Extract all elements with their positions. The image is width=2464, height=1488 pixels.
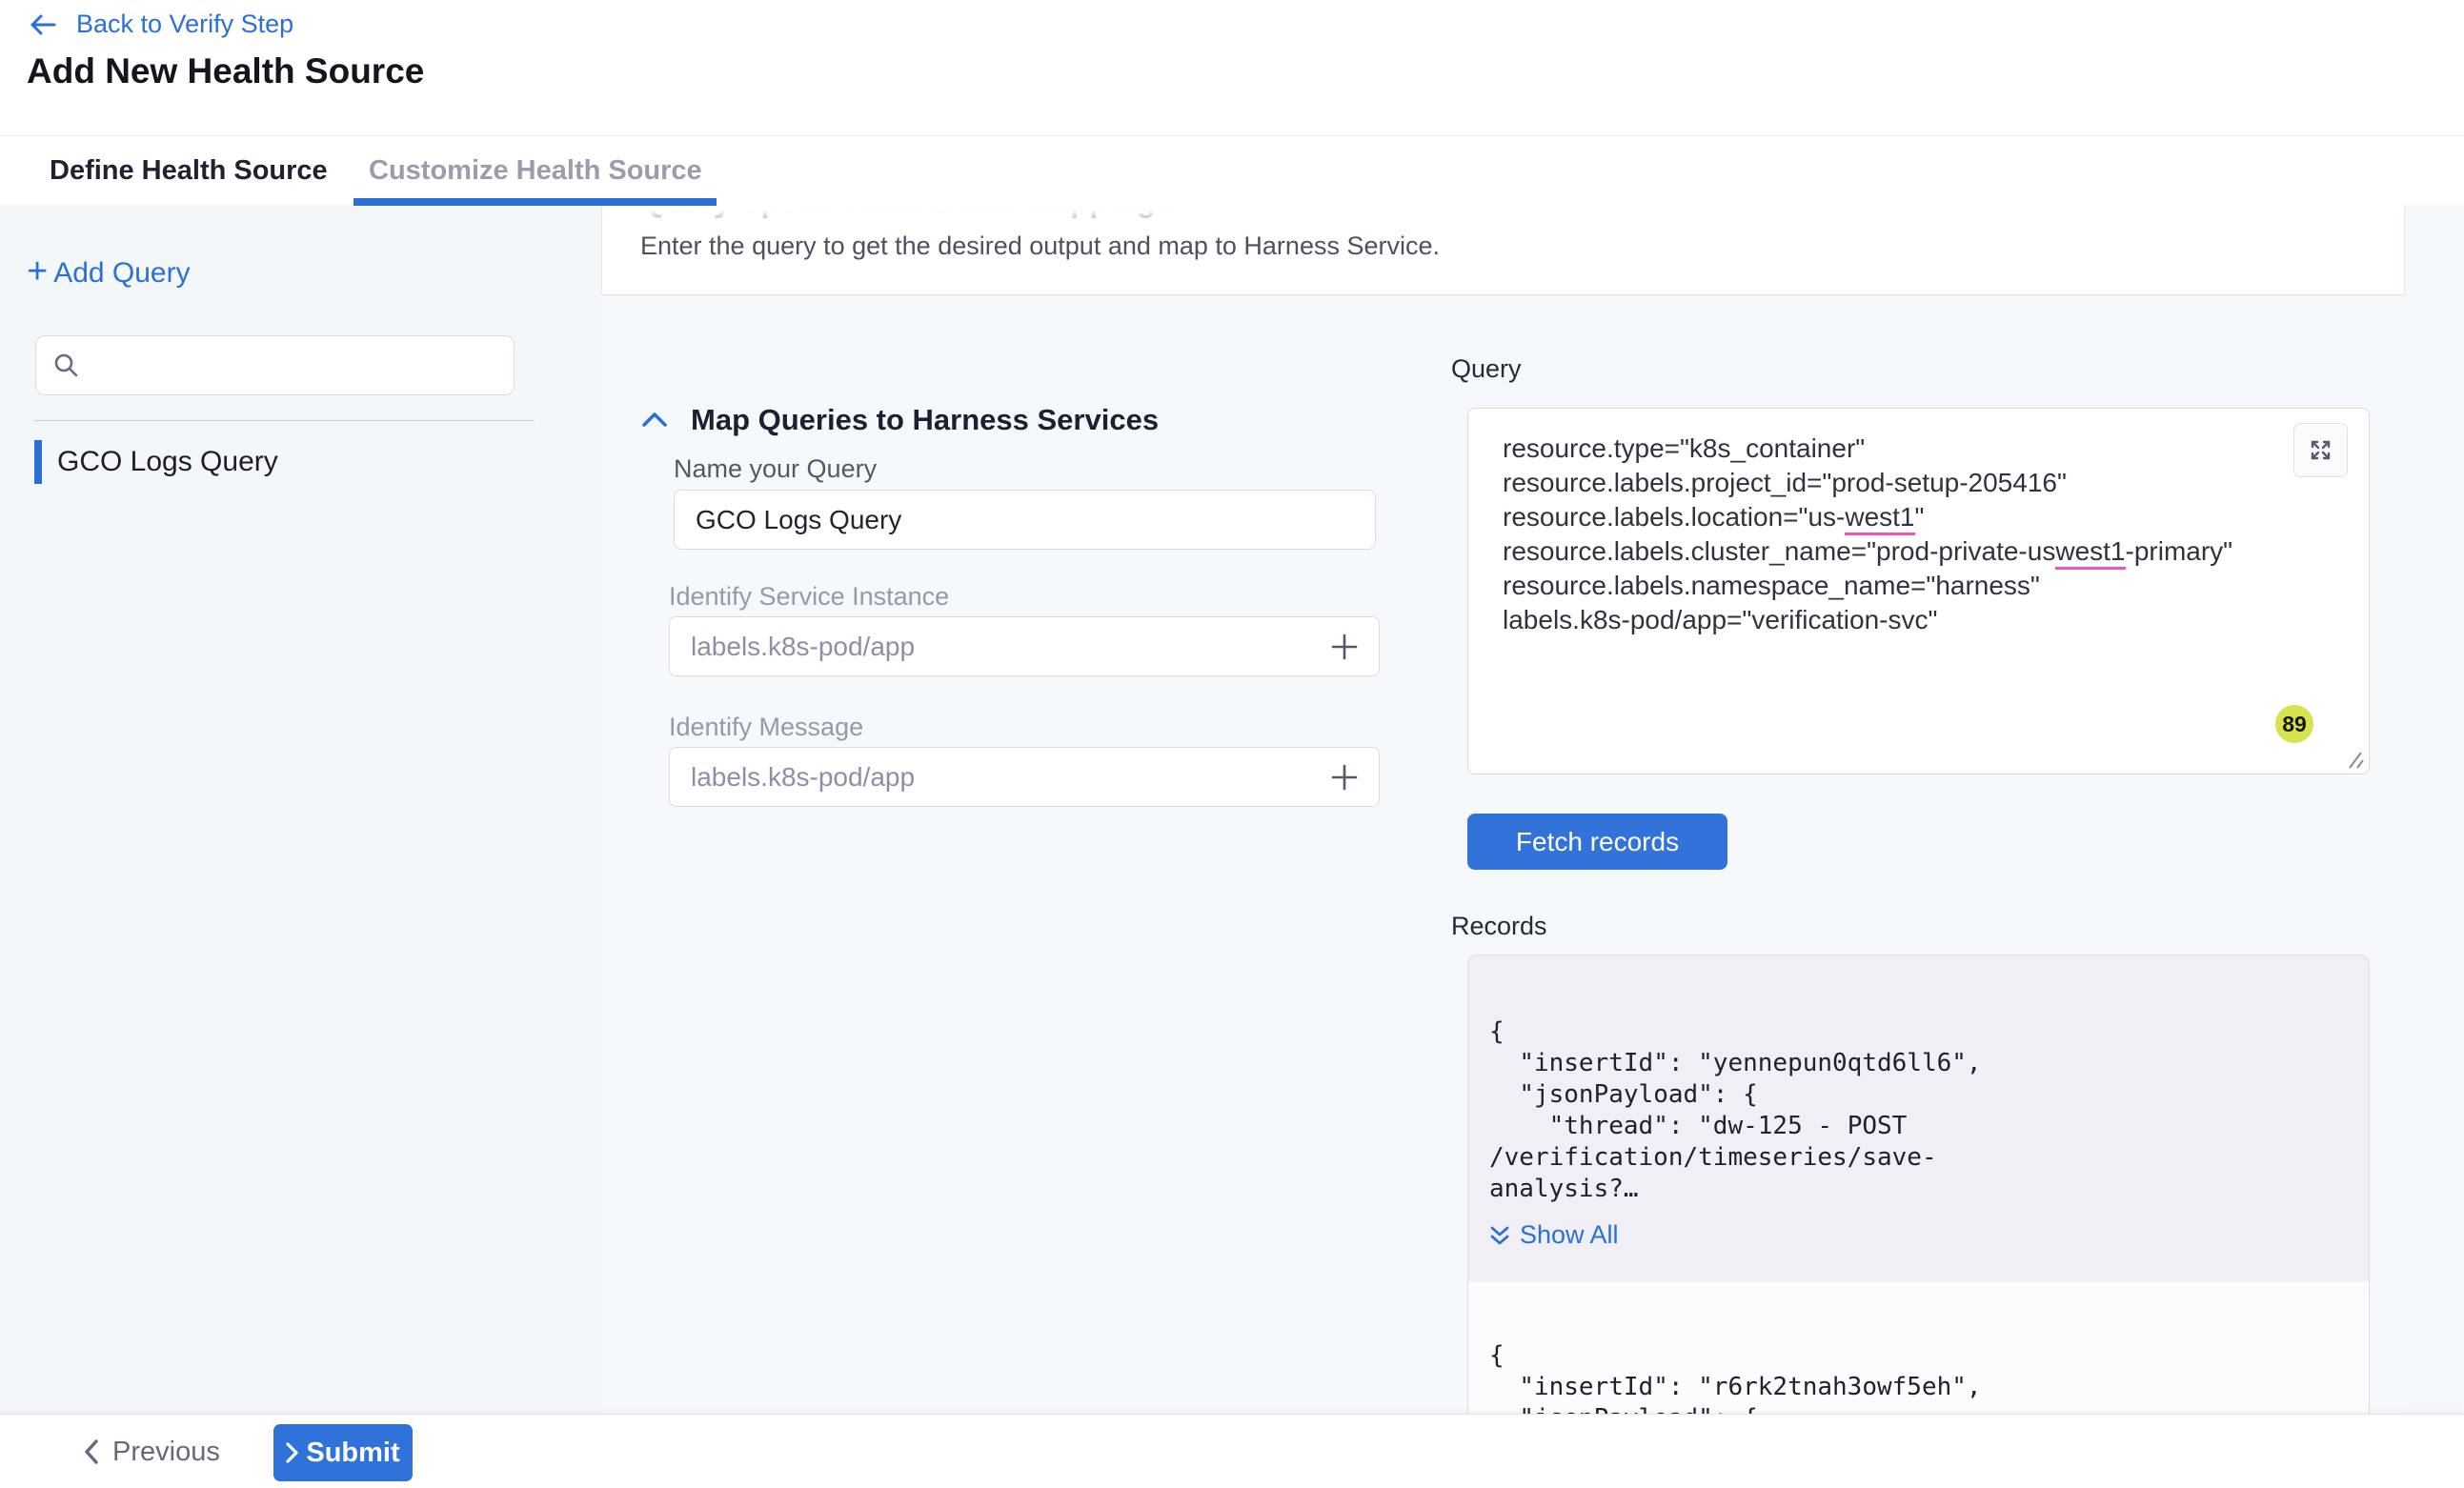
- query-search-box: [35, 335, 515, 395]
- record-row: { "insertId": "yennepun0qtd6ll6", "jsonP…: [1468, 955, 2369, 1282]
- query-editor[interactable]: resource.type="k8s_container"resource.la…: [1467, 408, 2370, 774]
- expand-query-button[interactable]: [2293, 423, 2348, 477]
- tab-define-health-source[interactable]: Define Health Source: [50, 136, 328, 206]
- spellcheck-underline: west1: [1845, 502, 1914, 535]
- records-label: Records: [1451, 912, 1547, 941]
- query-line: labels.k8s-pod/app="verification-svc": [1503, 603, 2232, 637]
- query-line: resource.labels.cluster_name="prod-priva…: [1503, 534, 2232, 569]
- query-line: resource.labels.location="us-west1": [1503, 500, 2232, 534]
- records-list: { "insertId": "yennepun0qtd6ll6", "jsonP…: [1467, 955, 2370, 1488]
- footer-bar: Previous Submit: [0, 1414, 2464, 1488]
- previous-button[interactable]: Previous: [84, 1415, 220, 1488]
- chevron-up-icon[interactable]: [641, 412, 668, 428]
- query-label: Query: [1451, 354, 1522, 384]
- page-title: Add New Health Source: [27, 51, 424, 91]
- service-instance-input[interactable]: labels.k8s-pod/app: [669, 616, 1380, 676]
- submit-label: Submit: [306, 1438, 399, 1469]
- previous-label: Previous: [112, 1437, 220, 1468]
- service-instance-value: labels.k8s-pod/app: [691, 632, 915, 662]
- query-editor-content: resource.type="k8s_container"resource.la…: [1503, 432, 2232, 637]
- expand-icon: [2308, 437, 2333, 463]
- fetch-records-button[interactable]: Fetch records: [1467, 814, 1727, 870]
- search-input[interactable]: [91, 351, 514, 380]
- tab-customize-health-source[interactable]: Customize Health Source: [369, 136, 702, 206]
- chevron-left-icon: [84, 1439, 99, 1464]
- sidebar-item-gco-logs-query[interactable]: GCO Logs Query: [34, 440, 278, 484]
- message-value: labels.k8s-pod/app: [691, 762, 915, 793]
- back-link-label: Back to Verify Step: [76, 10, 293, 39]
- search-icon: [53, 352, 79, 378]
- query-line: resource.labels.project_id="prod-setup-2…: [1503, 466, 2232, 500]
- spellcheck-underline: west1: [2055, 536, 2125, 570]
- identify-message-label: Identify Message: [669, 713, 863, 742]
- submit-button[interactable]: Submit: [273, 1424, 413, 1481]
- record-json: { "insertId": "yennepun0qtd6ll6", "jsonP…: [1468, 1016, 2369, 1205]
- selected-indicator: [34, 440, 42, 484]
- char-count-badge: 89: [2275, 705, 2313, 743]
- message-input[interactable]: labels.k8s-pod/app: [669, 747, 1380, 807]
- back-arrow-icon: [29, 12, 57, 37]
- add-query-button[interactable]: + Add Query: [27, 257, 191, 290]
- query-name-input[interactable]: [674, 490, 1376, 550]
- query-item-label: GCO Logs Query: [57, 446, 278, 478]
- add-query-label: Add Query: [53, 257, 190, 290]
- identify-service-instance-label: Identify Service Instance: [669, 582, 949, 612]
- show-all-label: Show All: [1520, 1220, 1619, 1250]
- back-link[interactable]: Back to Verify Step: [29, 10, 293, 39]
- map-queries-title: Map Queries to Harness Services: [691, 403, 1159, 437]
- add-health-source-page: Back to Verify Step Add New Health Sourc…: [0, 0, 2464, 1488]
- plus-icon[interactable]: [1329, 762, 1360, 793]
- plus-icon[interactable]: [1329, 632, 1360, 662]
- section-subheading: Enter the query to get the desired outpu…: [640, 231, 1440, 261]
- double-chevron-down-icon: [1489, 1224, 1510, 1247]
- right-margin: [2405, 205, 2464, 1414]
- tab-bar: Define Health Source Customize Health So…: [0, 135, 2464, 205]
- name-query-label: Name your Query: [674, 454, 877, 484]
- sidebar-divider: [34, 420, 535, 421]
- query-line: resource.labels.namespace_name="harness": [1503, 569, 2232, 603]
- active-tab-indicator: [353, 198, 717, 206]
- show-all-link[interactable]: Show All: [1489, 1220, 2369, 1250]
- resize-grip-icon[interactable]: [2342, 751, 2365, 770]
- plus-icon: +: [27, 257, 48, 286]
- chevron-right-icon: [286, 1442, 298, 1463]
- query-line: resource.type="k8s_container": [1503, 432, 2232, 466]
